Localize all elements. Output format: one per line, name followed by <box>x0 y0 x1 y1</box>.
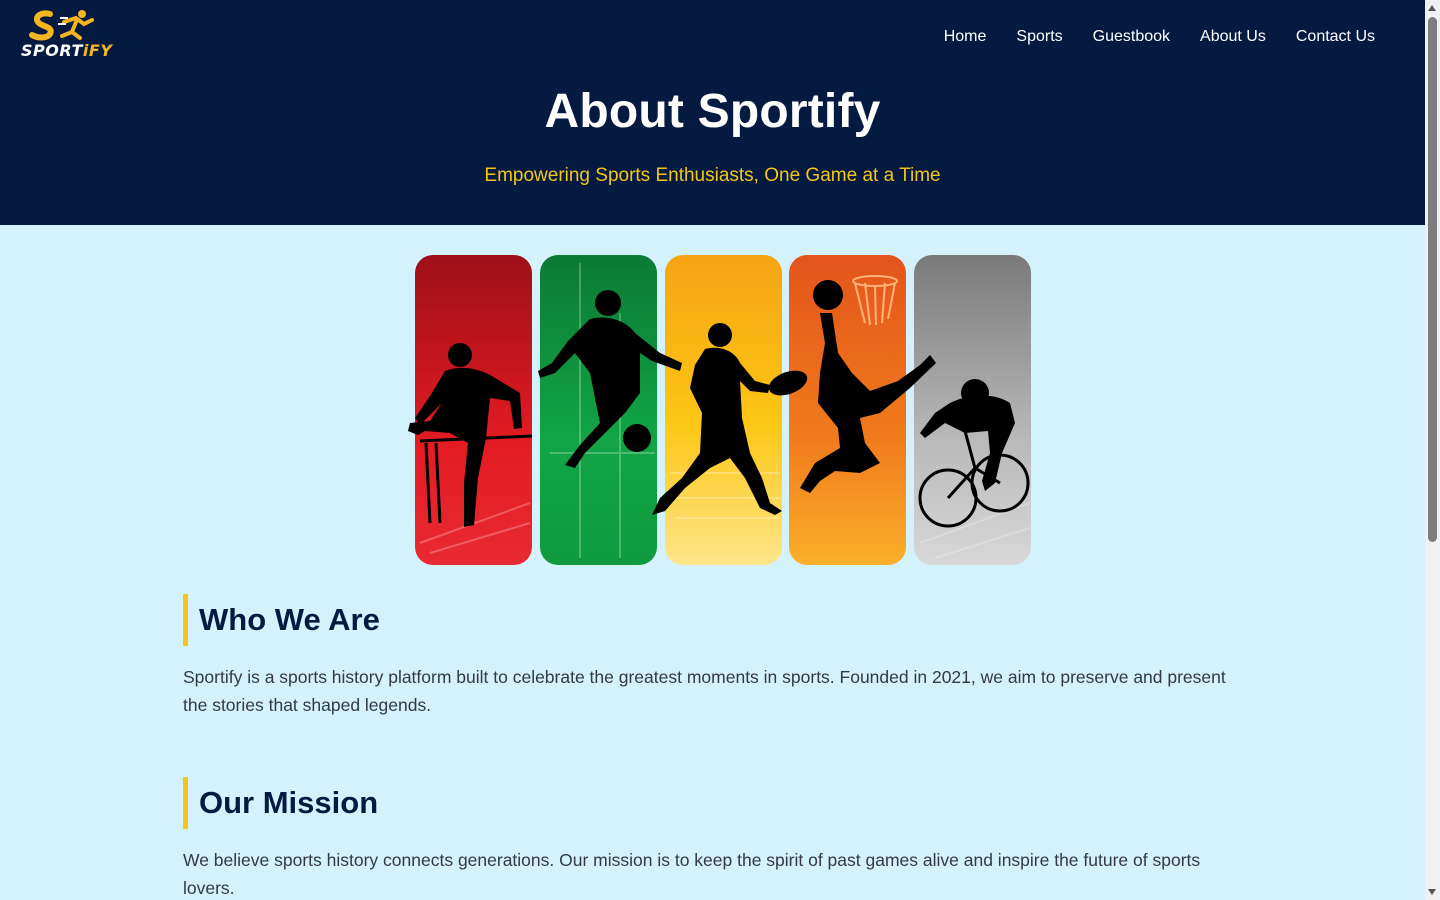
nav-guestbook[interactable]: Guestbook <box>1078 27 1185 47</box>
nav-sports[interactable]: Sports <box>1001 27 1077 47</box>
our-mission-section: Our Mission We believe sports history co… <box>183 777 1243 900</box>
page-title: About Sportify <box>544 85 881 138</box>
sports-banner-image <box>390 253 1040 568</box>
section-body: We believe sports history connects gener… <box>183 850 1201 898</box>
scroll-up-arrow-icon[interactable] <box>1428 5 1436 11</box>
who-we-are-section: Who We Are Sportify is a sports history … <box>183 594 1243 719</box>
site-header: SPORTiFY Home Sports Guestbook About Us … <box>0 0 1425 225</box>
main-nav: Home Sports Guestbook About Us Contact U… <box>929 27 1390 47</box>
runner-logo-icon <box>29 10 94 41</box>
logo-text-main: SPORT <box>21 41 83 60</box>
scrollbar-thumb[interactable] <box>1428 17 1437 542</box>
section-heading: Who We Are <box>199 602 380 637</box>
logo-link[interactable]: SPORTiFY <box>20 8 112 64</box>
logo-text-accent: iFY <box>82 41 113 60</box>
vertical-scrollbar[interactable] <box>1425 0 1440 900</box>
section-heading-bar: Who We Are <box>183 594 1243 646</box>
nav-home[interactable]: Home <box>929 27 1002 47</box>
section-heading: Our Mission <box>199 785 379 820</box>
section-body: Sportify is a sports history platform bu… <box>183 667 1226 715</box>
logo-wordmark: SPORTiFY <box>21 41 112 60</box>
page-subtitle: Empowering Sports Enthusiasts, One Game … <box>484 165 941 186</box>
scroll-down-arrow-icon[interactable] <box>1428 889 1436 895</box>
nav-about-us[interactable]: About Us <box>1185 27 1281 47</box>
nav-contact-us[interactable]: Contact Us <box>1281 27 1390 47</box>
page: SPORTiFY Home Sports Guestbook About Us … <box>0 0 1425 900</box>
section-heading-bar: Our Mission <box>183 777 1243 829</box>
